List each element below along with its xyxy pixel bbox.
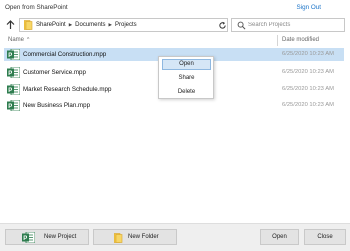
folder-icon xyxy=(23,20,33,30)
new-project-button[interactable]: P New Project xyxy=(5,229,89,245)
new-project-label: New Project xyxy=(44,234,77,240)
dialog-title: Open from SharePoint xyxy=(5,4,68,11)
file-date: 6/25/2020 10:23 AM xyxy=(282,102,334,108)
project-file-icon: P xyxy=(7,99,21,112)
sign-out-link[interactable]: Sign Out xyxy=(296,4,321,11)
column-header-name[interactable]: Name xyxy=(8,37,24,43)
context-menu-open[interactable]: Open xyxy=(162,59,211,70)
arrow-up-icon xyxy=(6,20,15,29)
open-label: Open xyxy=(272,234,287,240)
refresh-button[interactable] xyxy=(216,18,228,32)
svg-text:P: P xyxy=(8,53,12,59)
svg-text:P: P xyxy=(8,71,12,77)
context-menu-share[interactable]: Share xyxy=(162,73,211,84)
context-menu: Open Share Delete xyxy=(158,56,214,99)
file-date: 6/25/2020 10:23 AM xyxy=(282,86,334,92)
new-folder-button[interactable]: New Folder xyxy=(93,229,177,245)
new-folder-label: New Folder xyxy=(128,234,159,240)
svg-text:P: P xyxy=(23,236,27,242)
context-menu-delete[interactable]: Delete xyxy=(162,87,211,98)
breadcrumb-documents[interactable]: Documents xyxy=(75,22,105,28)
file-date: 6/25/2020 10:23 AM xyxy=(282,69,334,75)
folder-icon xyxy=(114,233,123,243)
project-file-icon: P xyxy=(7,66,21,79)
search-icon xyxy=(237,21,246,29)
file-name: New Business Plan.mpp xyxy=(23,102,91,109)
search-box xyxy=(231,18,345,32)
file-name: Commercial Construction.mpp xyxy=(23,51,107,58)
file-name: Market Research Schedule.mpp xyxy=(23,86,112,93)
project-file-icon: P xyxy=(22,232,35,243)
refresh-icon xyxy=(218,21,226,29)
close-label: Close xyxy=(317,234,333,240)
column-divider[interactable] xyxy=(277,35,278,46)
project-file-icon: P xyxy=(7,83,21,96)
breadcrumb-sharepoint[interactable]: SharePoint xyxy=(36,22,66,28)
file-date: 6/25/2020 10:23 AM xyxy=(282,51,334,57)
list-header: Name ^ Date modified xyxy=(0,35,350,46)
svg-text:P: P xyxy=(8,104,12,110)
navigation-bar: SharePoint ▶ Documents ▶ Projects xyxy=(0,17,350,33)
sort-up-icon: ^ xyxy=(27,37,30,43)
title-bar: Open from SharePoint Sign Out xyxy=(0,0,350,16)
search-input[interactable] xyxy=(248,22,344,28)
project-file-icon: P xyxy=(7,48,21,61)
chevron-right-icon: ▶ xyxy=(68,22,73,27)
breadcrumb: SharePoint ▶ Documents ▶ Projects xyxy=(19,18,228,32)
close-button[interactable]: Close xyxy=(304,229,346,245)
breadcrumb-projects[interactable]: Projects xyxy=(115,22,137,28)
up-button[interactable] xyxy=(4,18,17,32)
svg-text:P: P xyxy=(8,88,12,94)
file-name: Customer Service.mpp xyxy=(23,69,86,76)
list-item[interactable]: P New Business Plan.mpp 6/25/2020 10:23 … xyxy=(4,99,344,112)
column-header-date[interactable]: Date modified xyxy=(282,37,319,43)
open-button[interactable]: Open xyxy=(260,229,299,245)
chevron-right-icon: ▶ xyxy=(108,22,112,27)
footer-bar: P New Project New Folder Open Close xyxy=(0,223,350,251)
